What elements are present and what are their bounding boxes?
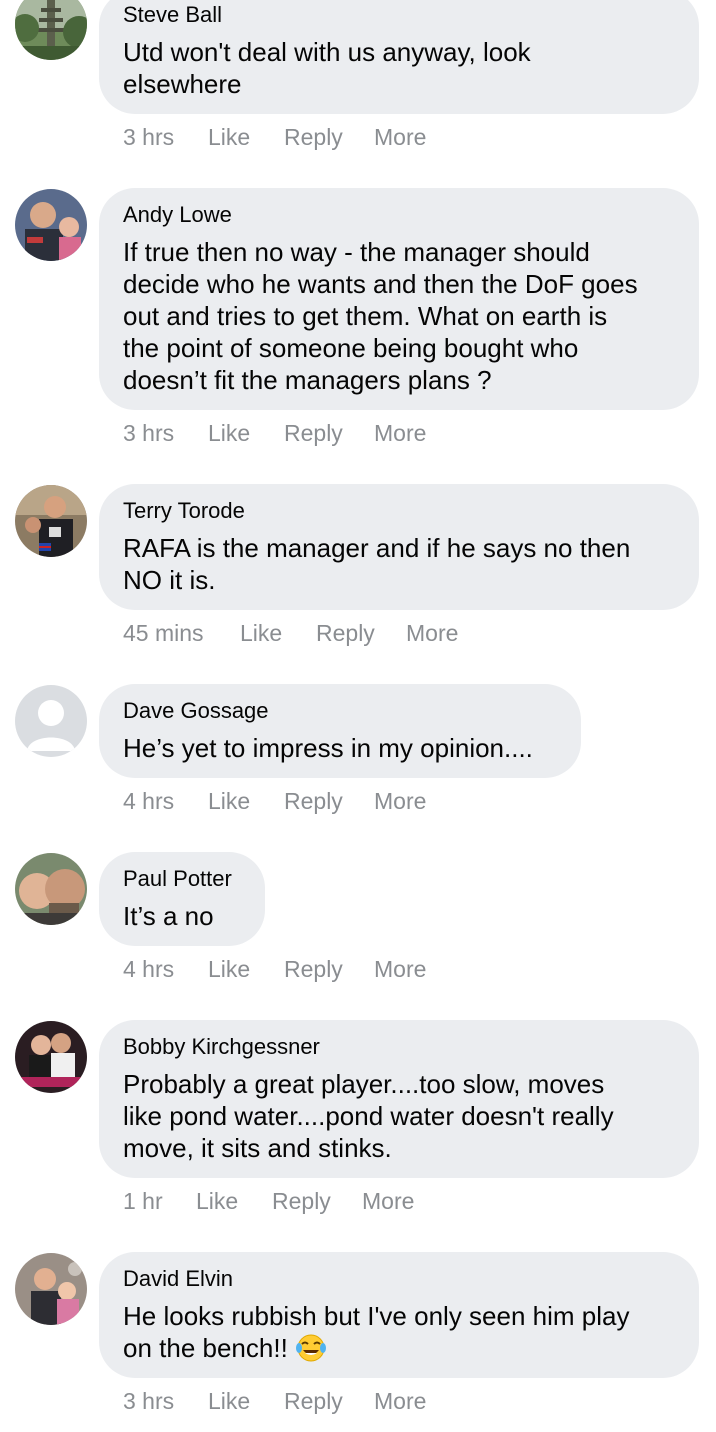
man-and-child-photo-icon <box>15 189 87 261</box>
comment-text: He looks rubbish but I've only seen him … <box>123 1301 630 1363</box>
avatar[interactable] <box>15 853 87 925</box>
avatar[interactable] <box>15 1021 87 1093</box>
like-button[interactable]: Like <box>208 1388 250 1415</box>
comment-text: Utd won't deal with us anyway, look else… <box>123 37 531 99</box>
comment-author[interactable]: Bobby Kirchgessner <box>123 1032 320 1062</box>
reply-button[interactable]: Reply <box>316 620 375 647</box>
avatar[interactable] <box>15 1253 87 1325</box>
comment-timestamp[interactable]: 1 hr <box>123 1188 163 1215</box>
comment-author[interactable]: Andy Lowe <box>123 200 232 230</box>
more-button[interactable]: More <box>362 1188 414 1215</box>
comment-text: RAFA is the manager and if he says no th… <box>123 533 631 595</box>
avatar[interactable] <box>15 485 87 557</box>
like-button[interactable]: Like <box>208 124 250 151</box>
like-button[interactable]: Like <box>196 1188 238 1215</box>
comment-timestamp[interactable]: 3 hrs <box>123 1388 174 1415</box>
comment-bubble[interactable]: Terry Torode RAFA is the manager and if … <box>99 484 699 610</box>
comment-text: Probably a great player....too slow, mov… <box>123 1069 614 1163</box>
comment-bubble[interactable]: Steve Ball Utd won't deal with us anyway… <box>99 0 699 114</box>
comment-author[interactable]: David Elvin <box>123 1264 233 1294</box>
like-button[interactable]: Like <box>208 788 250 815</box>
reply-button[interactable]: Reply <box>284 420 343 447</box>
comment-timestamp[interactable]: 3 hrs <box>123 124 174 151</box>
reply-button[interactable]: Reply <box>284 956 343 983</box>
comment-author[interactable]: Steve Ball <box>123 0 222 30</box>
comment-bubble[interactable]: Andy Lowe If true then no way - the mana… <box>99 188 699 410</box>
avatar[interactable] <box>15 189 87 261</box>
comment-author[interactable]: Dave Gossage <box>123 696 269 726</box>
reply-button[interactable]: Reply <box>272 1188 331 1215</box>
more-button[interactable]: More <box>374 1388 426 1415</box>
reply-button[interactable]: Reply <box>284 788 343 815</box>
comment-timestamp[interactable]: 4 hrs <box>123 956 174 983</box>
man-in-black-tshirt-photo-icon <box>15 485 87 557</box>
more-button[interactable]: More <box>374 788 426 815</box>
reply-button[interactable]: Reply <box>284 1388 343 1415</box>
comment-timestamp[interactable]: 4 hrs <box>123 788 174 815</box>
comment-text: He’s yet to impress in my opinion.... <box>123 733 533 763</box>
man-with-children-photo-icon <box>15 1253 87 1325</box>
comment-bubble[interactable]: Paul Potter It’s a no <box>99 852 265 946</box>
comment-timestamp[interactable]: 3 hrs <box>123 420 174 447</box>
comment-author[interactable]: Paul Potter <box>123 864 232 894</box>
comment-bubble[interactable]: David Elvin He looks rubbish but I've on… <box>99 1252 699 1378</box>
couple-with-love-you-text-photo-icon <box>15 1021 87 1093</box>
comment-timestamp[interactable]: 45 mins <box>123 620 204 647</box>
comment-bubble[interactable]: Dave Gossage He’s yet to impress in my o… <box>99 684 581 778</box>
like-button[interactable]: Like <box>240 620 282 647</box>
comment-author[interactable]: Terry Torode <box>123 496 245 526</box>
more-button[interactable]: More <box>406 620 458 647</box>
face-with-tears-of-joy-icon <box>295 1334 327 1362</box>
like-button[interactable]: Like <box>208 420 250 447</box>
comment-text: It’s a no <box>123 901 214 931</box>
comment-text: If true then no way - the manager should… <box>123 237 638 395</box>
avatar[interactable] <box>15 685 87 757</box>
like-button[interactable]: Like <box>208 956 250 983</box>
more-button[interactable]: More <box>374 420 426 447</box>
more-button[interactable]: More <box>374 956 426 983</box>
avatar[interactable] <box>15 0 87 60</box>
default-profile-silhouette-icon <box>15 685 87 757</box>
pagoda-tree-photo-icon <box>15 0 87 60</box>
man-and-child-selfie-photo-icon <box>15 853 87 925</box>
reply-button[interactable]: Reply <box>284 124 343 151</box>
comment-bubble[interactable]: Bobby Kirchgessner Probably a great play… <box>99 1020 699 1178</box>
more-button[interactable]: More <box>374 124 426 151</box>
